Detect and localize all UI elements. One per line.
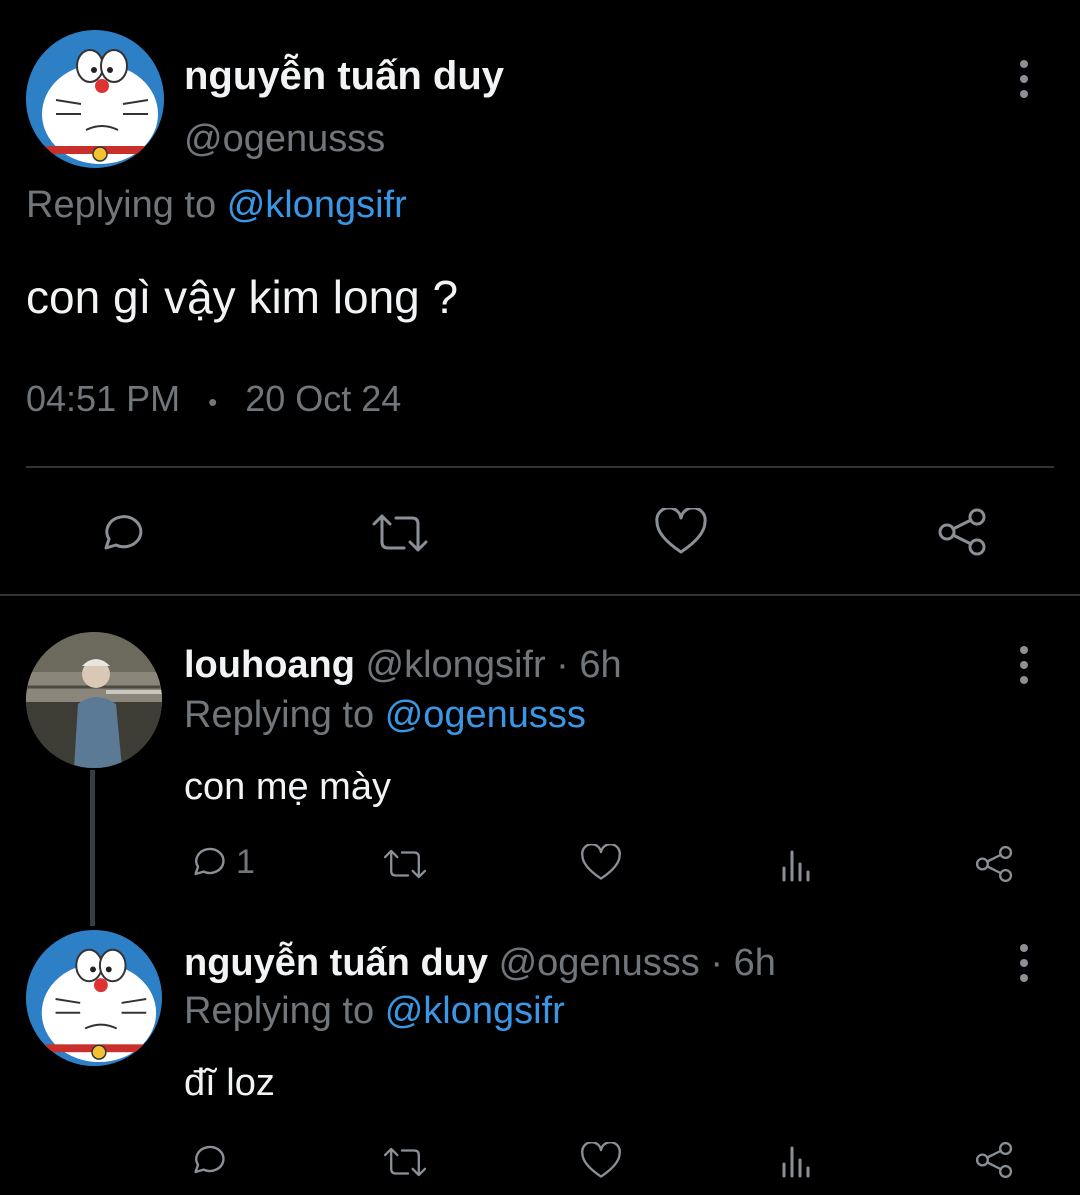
timestamp: 04:51 PM • 20 Oct 24 — [26, 378, 401, 420]
reply-icon — [194, 847, 225, 876]
replying-to-link[interactable]: @klongsifr — [385, 990, 565, 1032]
handle-time[interactable]: @ogenusss · 6h — [499, 942, 776, 984]
reply-button[interactable] — [186, 1140, 226, 1180]
retweet-icon — [383, 849, 427, 879]
avatar[interactable] — [26, 632, 162, 768]
reply-text: con mẹ mày — [184, 766, 391, 808]
reply-icon — [194, 1145, 225, 1174]
views-icon — [782, 850, 810, 882]
reply-text: đĩ loz — [184, 1062, 275, 1104]
replying-label: Replying to — [184, 990, 375, 1032]
views-button[interactable] — [780, 846, 816, 882]
replying-to-link[interactable]: @klongsifr — [227, 184, 407, 226]
section-divider — [0, 594, 1080, 596]
reply-icon — [104, 515, 143, 550]
reply-count: 1 — [236, 842, 255, 881]
like-button[interactable] — [654, 508, 708, 556]
avatar[interactable] — [26, 930, 162, 1066]
heart-icon — [581, 844, 621, 880]
share-button[interactable] — [936, 506, 988, 558]
replying-label: Replying to — [184, 694, 375, 736]
replying-to: Replying to @klongsifr — [184, 990, 565, 1033]
retweet-button[interactable] — [382, 846, 428, 882]
handle-time[interactable]: @klongsifr · 6h — [366, 644, 622, 686]
heart-icon — [581, 1142, 621, 1178]
tweet-date[interactable]: 20 Oct 24 — [245, 378, 401, 419]
share-icon — [975, 1141, 1013, 1179]
handle[interactable]: @ogenusss — [184, 118, 385, 161]
reply-header: louhoang @klongsifr · 6h — [184, 644, 622, 687]
like-button[interactable] — [580, 1142, 622, 1180]
share-button[interactable] — [974, 1140, 1014, 1180]
share-button[interactable] — [974, 844, 1014, 884]
doraemon-avatar-icon — [26, 930, 162, 1066]
retweet-button[interactable] — [370, 510, 430, 556]
views-icon — [782, 1146, 810, 1178]
avatar[interactable] — [26, 30, 164, 168]
views-button[interactable] — [780, 1142, 816, 1178]
reply-button[interactable]: 1 — [186, 842, 255, 882]
divider — [26, 466, 1054, 468]
retweet-button[interactable] — [382, 1144, 428, 1180]
doraemon-avatar-icon — [26, 30, 164, 168]
share-icon — [938, 508, 986, 556]
display-name[interactable]: nguyễn tuấn duy — [184, 54, 504, 99]
replying-to: Replying to @ogenusss — [184, 694, 586, 737]
replying-to-link[interactable]: @ogenusss — [385, 694, 586, 736]
retweet-icon — [372, 514, 428, 552]
dot-separator: • — [208, 387, 218, 417]
reply-button[interactable] — [94, 508, 144, 558]
tweet-time[interactable]: 04:51 PM — [26, 378, 180, 419]
display-name[interactable]: louhoang — [184, 644, 355, 686]
retweet-icon — [383, 1147, 427, 1177]
photo-avatar-icon — [26, 632, 162, 768]
share-icon — [975, 845, 1013, 883]
display-name[interactable]: nguyễn tuấn duy — [184, 942, 488, 984]
tweet-text: con gì vậy kim long ? — [26, 271, 459, 323]
reply-header: nguyễn tuấn duy @ogenusss · 6h — [184, 942, 776, 985]
more-icon[interactable] — [1019, 60, 1029, 98]
more-icon[interactable] — [1019, 646, 1029, 684]
like-button[interactable] — [580, 844, 622, 882]
replying-label: Replying to — [26, 184, 217, 226]
replying-to: Replying to @klongsifr — [26, 184, 407, 227]
more-icon[interactable] — [1019, 944, 1029, 982]
heart-icon — [655, 508, 707, 554]
thread-line — [90, 770, 95, 926]
